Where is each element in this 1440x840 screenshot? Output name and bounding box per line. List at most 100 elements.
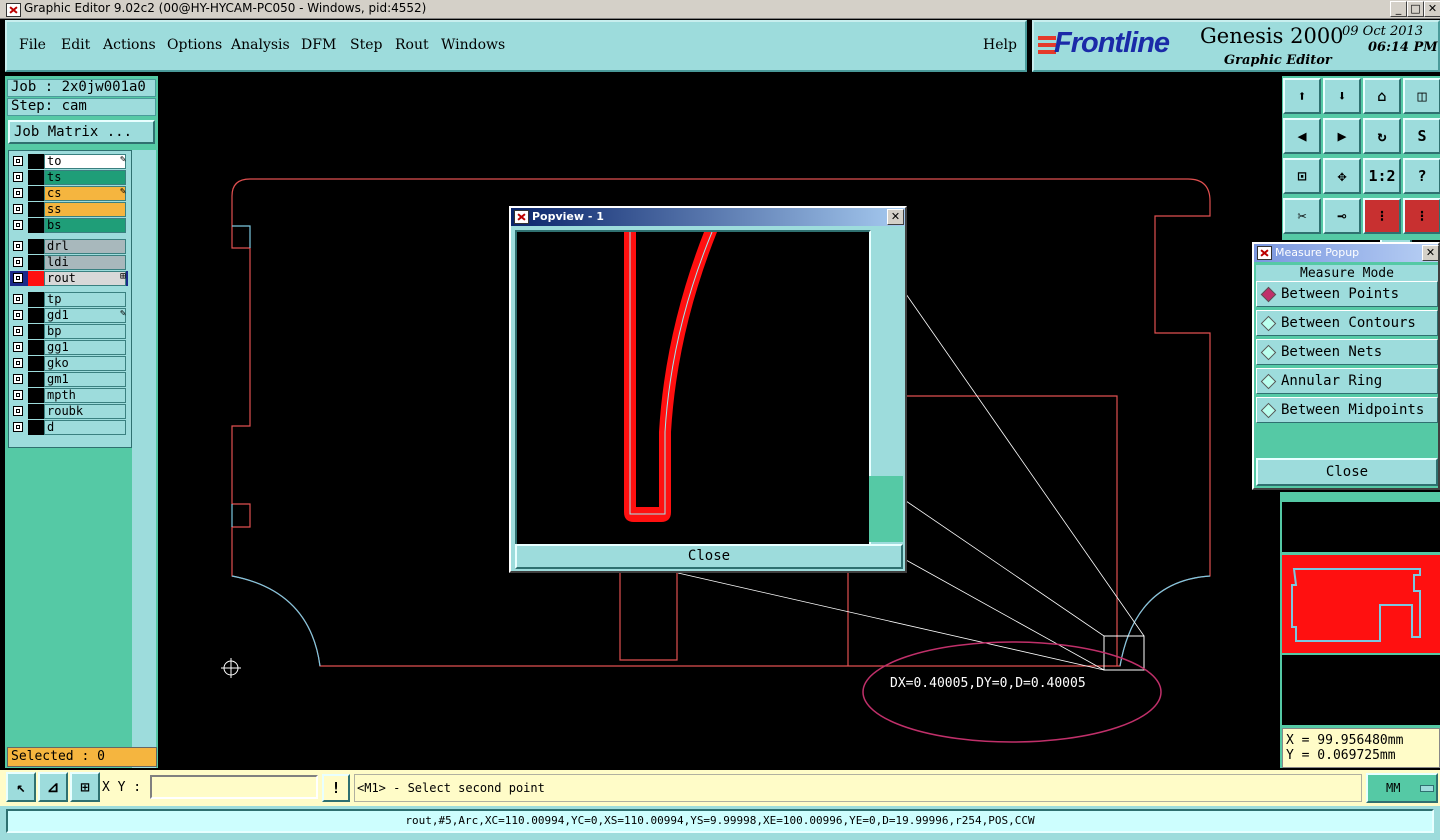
pan-left-icon[interactable]: ◀ [1283, 118, 1321, 154]
overview-drawing [1291, 568, 1421, 642]
layer-checkbox[interactable] [13, 220, 23, 230]
menu-step[interactable]: Step [350, 37, 382, 53]
menu-help[interactable]: Help [983, 37, 1017, 53]
pan-right-icon[interactable]: ▶ [1323, 118, 1361, 154]
measurement-readout: DX=0.40005,DY=0,D=0.40005 [890, 676, 1086, 691]
menu-file[interactable]: File [19, 37, 46, 53]
popview-close-icon[interactable]: ✕ [887, 209, 904, 225]
measure-option-1[interactable]: Between Contours [1256, 310, 1438, 336]
layer-row-drl[interactable]: drl [10, 239, 128, 254]
measure-option-3[interactable]: Annular Ring [1256, 368, 1438, 394]
layer-checkbox[interactable] [13, 156, 23, 166]
snap-icon[interactable]: S [1403, 118, 1440, 154]
close-icon[interactable]: ✕ [1424, 1, 1440, 17]
popview-window: Popview - 1 ✕ ⊞ ▲ ▼ ◀ ▶ ✥ ✛ Close [509, 206, 1412, 573]
date-display: 09 Oct 2013 [1342, 24, 1424, 39]
layer-row-bp[interactable]: bp [10, 324, 128, 339]
minimize-icon[interactable]: _ [1390, 1, 1407, 17]
popview-titlebar[interactable]: Popview - 1 ✕ [511, 208, 905, 226]
radio-diamond-icon [1260, 315, 1277, 332]
layer-checkbox[interactable] [13, 358, 23, 368]
layer-checkbox[interactable] [13, 406, 23, 416]
menu-options[interactable]: Options [167, 37, 222, 53]
measure-close-button[interactable]: Close [1256, 458, 1438, 486]
measure-option-2[interactable]: Between Nets [1256, 339, 1438, 365]
layer-checkbox[interactable] [13, 374, 23, 384]
layer-row-gm1[interactable]: gm1 [10, 372, 128, 387]
popview-title: Popview - 1 [532, 210, 604, 223]
measure-annotation-ellipse [862, 641, 1162, 743]
help-icon[interactable]: ? [1403, 158, 1440, 194]
layer-checkbox[interactable] [13, 310, 23, 320]
job-matrix-button[interactable]: Job Matrix ... [8, 120, 155, 144]
units-select[interactable]: MM [1366, 773, 1438, 803]
menu-actions[interactable]: Actions [103, 37, 156, 53]
dropdown-icon [1420, 785, 1434, 792]
layer-row-ts[interactable]: ts [10, 170, 128, 185]
layer-row-gd1[interactable]: gd1 ✎ [10, 308, 128, 323]
measure-icon[interactable]: ⊸ [1323, 198, 1361, 234]
popview-drawing [624, 231, 717, 522]
measure-titlebar[interactable]: Measure Popup ✕ [1254, 244, 1439, 262]
layer-row-bs[interactable]: bs [10, 218, 128, 233]
menu-windows[interactable]: Windows [441, 37, 505, 53]
layer-row-cs[interactable]: cs ✎ [10, 186, 128, 201]
layer-row-gko[interactable]: gko [10, 356, 128, 371]
measure-option-0[interactable]: Between Points [1256, 281, 1438, 307]
overview-map[interactable] [1282, 555, 1440, 653]
redraw-icon[interactable]: ↻ [1363, 118, 1401, 154]
maximize-icon[interactable]: □ [1407, 1, 1424, 17]
prompt-button[interactable]: ! [322, 774, 350, 802]
layer-checkbox[interactable] [13, 204, 23, 214]
layer-color-swatch [28, 202, 44, 217]
layer-row-to[interactable]: to ✎ [10, 154, 128, 169]
pan-down-icon[interactable]: ⬇ [1323, 78, 1361, 114]
layer-scrollbar[interactable] [132, 150, 156, 768]
layer-row-ldi[interactable]: ldi [10, 255, 128, 270]
measure-option-4[interactable]: Between Midpoints [1256, 397, 1438, 423]
layer-checkbox[interactable] [13, 342, 23, 352]
layer-row-d[interactable]: d [10, 420, 128, 435]
layer-checkbox[interactable] [13, 172, 23, 182]
layer-row-tp[interactable]: tp [10, 292, 128, 307]
layer-checkbox[interactable] [13, 188, 23, 198]
menu-edit[interactable]: Edit [61, 37, 90, 53]
home-icon[interactable]: ⌂ [1363, 78, 1401, 114]
zoom-home-icon[interactable]: ⬆ [1283, 78, 1321, 114]
layer-color-swatch [28, 356, 44, 371]
layer-checkbox[interactable] [13, 326, 23, 336]
layer-color-swatch [28, 186, 44, 201]
layer-checkbox[interactable] [13, 294, 23, 304]
layer-row-gg1[interactable]: gg1 [10, 340, 128, 355]
scale-icon[interactable]: 1:2 [1363, 158, 1401, 194]
menu-analysis[interactable]: Analysis [231, 37, 290, 53]
grid-icon[interactable]: ⊞ [70, 772, 100, 802]
layer-row-mpth[interactable]: mpth [10, 388, 128, 403]
layer-checkbox[interactable] [13, 241, 23, 251]
layer-row-rout[interactable]: rout ⊞ [10, 271, 128, 286]
zoom-fit-icon[interactable]: ⊡ [1283, 158, 1321, 194]
layer-checkbox[interactable] [13, 273, 23, 283]
layer-checkbox[interactable] [13, 422, 23, 432]
window-titlebar[interactable]: Graphic Editor 9.02c2 (00@HY-HYCAM-PC050… [0, 0, 1440, 19]
layer-color-swatch [28, 170, 44, 185]
measure-close-icon[interactable]: ✕ [1422, 245, 1439, 261]
layer-checkbox[interactable] [13, 257, 23, 267]
snap-cursor-icon[interactable]: ⊿ [38, 772, 68, 802]
layer-row-roubk[interactable]: roubk [10, 404, 128, 419]
net-select-icon[interactable]: ⁝ [1403, 198, 1440, 234]
zoom-center-icon[interactable]: ✥ [1323, 158, 1361, 194]
window-split-icon[interactable]: ◫ [1403, 78, 1440, 114]
cursor-icon[interactable]: ↖ [6, 772, 36, 802]
layer-checkbox[interactable] [13, 390, 23, 400]
popview-canvas[interactable] [515, 230, 871, 546]
overview-spacer [1282, 502, 1440, 552]
product-subtitle: Graphic Editor [1224, 53, 1332, 68]
xy-input[interactable] [150, 775, 318, 799]
menu-dfm[interactable]: DFM [301, 37, 336, 53]
tools-icon[interactable]: ✂ [1283, 198, 1321, 234]
layer-row-ss[interactable]: ss [10, 202, 128, 217]
popview-close-button[interactable]: Close [515, 544, 903, 569]
menu-rout[interactable]: Rout [395, 37, 429, 53]
net-icon[interactable]: ⁝ [1363, 198, 1401, 234]
